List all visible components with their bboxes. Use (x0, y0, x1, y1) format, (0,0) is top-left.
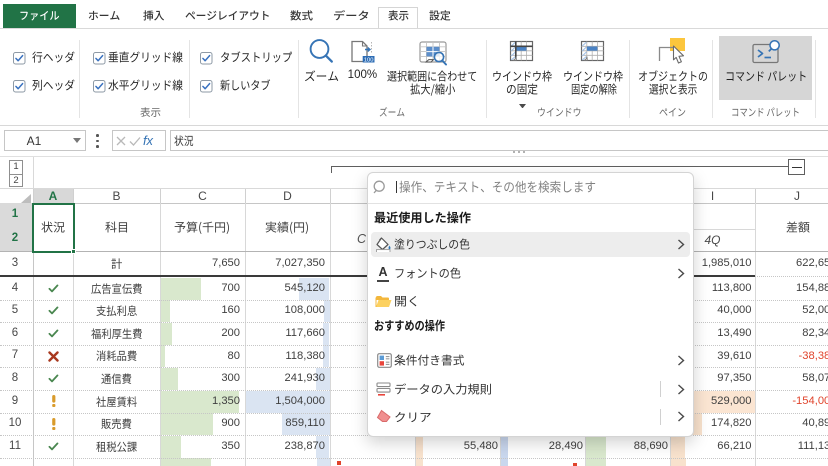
svg-text:100: 100 (364, 57, 374, 63)
